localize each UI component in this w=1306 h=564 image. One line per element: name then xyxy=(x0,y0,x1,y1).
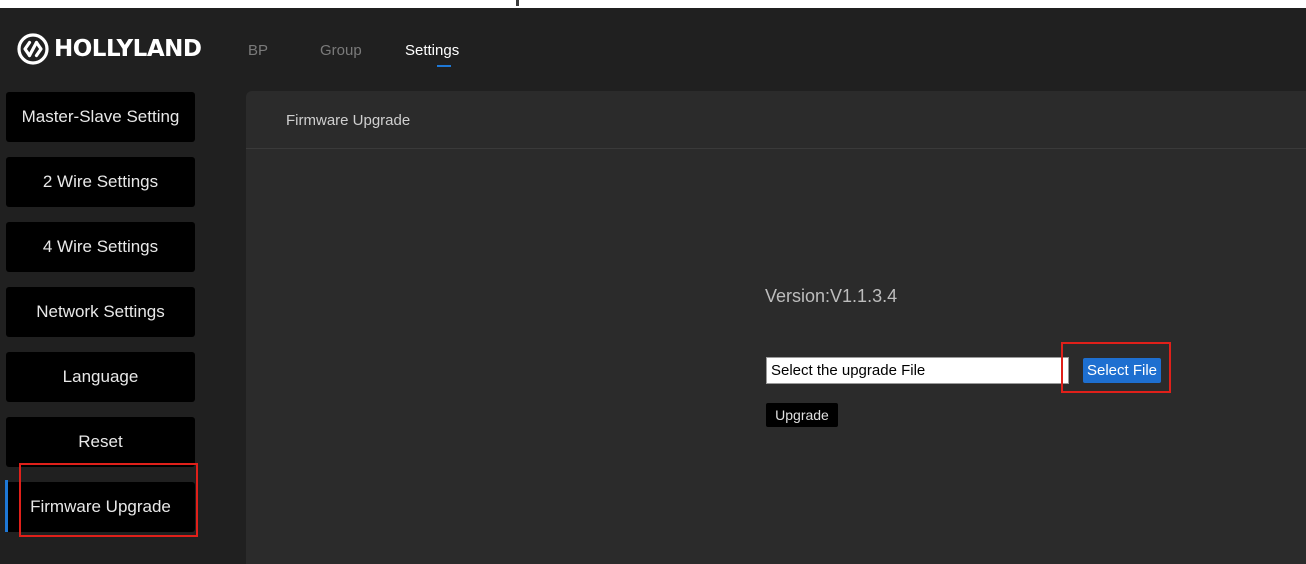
tab-settings[interactable]: Settings xyxy=(405,42,459,59)
upgrade-file-field[interactable]: Select the upgrade File xyxy=(766,357,1069,384)
upgrade-button[interactable]: Upgrade xyxy=(766,403,838,427)
brand-name: HOLLYLAND xyxy=(54,36,202,62)
tab-bp[interactable]: BP xyxy=(248,42,268,59)
firmware-version: Version:V1.1.3.4 xyxy=(765,286,898,306)
sidebar-item-master-slave-setting[interactable]: Master-Slave Setting xyxy=(6,92,195,142)
sidebar-item-4-wire-settings[interactable]: 4 Wire Settings xyxy=(6,222,195,272)
sidebar-item-label: Network Settings xyxy=(36,302,165,321)
sidebar-item-label: 2 Wire Settings xyxy=(42,172,159,191)
tab-group[interactable]: Group xyxy=(320,42,362,59)
sidebar-item-label: Reset xyxy=(78,432,123,451)
brand-logo: HOLLYLAND xyxy=(17,32,202,66)
active-tab-underline xyxy=(437,65,451,67)
card-header: Firmware Upgrade xyxy=(246,91,1306,149)
sidebar-item-label: 4 Wire Settings xyxy=(42,237,159,256)
page-title: Firmware Upgrade xyxy=(286,112,411,129)
highlight-box-firmware-upgrade xyxy=(19,463,198,537)
top-strip-mark xyxy=(516,0,519,6)
hollyland-logo-icon xyxy=(17,33,49,65)
firmware-upgrade-card: Firmware Upgrade Version:V1.1.3.4 Select… xyxy=(246,91,1306,564)
top-header: HOLLYLAND BP Group Settings xyxy=(0,8,1306,82)
sidebar-item-reset[interactable]: Reset xyxy=(6,417,195,467)
highlight-box-select-file xyxy=(1061,342,1171,393)
sidebar-active-indicator xyxy=(5,480,8,532)
sidebar-item-language[interactable]: Language xyxy=(6,352,195,402)
sidebar-item-label: Language xyxy=(62,367,139,386)
sidebar-item-network-settings[interactable]: Network Settings xyxy=(6,287,195,337)
top-strip xyxy=(0,0,1306,8)
main-panel: Firmware Upgrade Version:V1.1.3.4 Select… xyxy=(232,82,1306,564)
sidebar-item-2-wire-settings[interactable]: 2 Wire Settings xyxy=(6,157,195,207)
sidebar-item-label: Master-Slave Setting xyxy=(21,107,180,126)
